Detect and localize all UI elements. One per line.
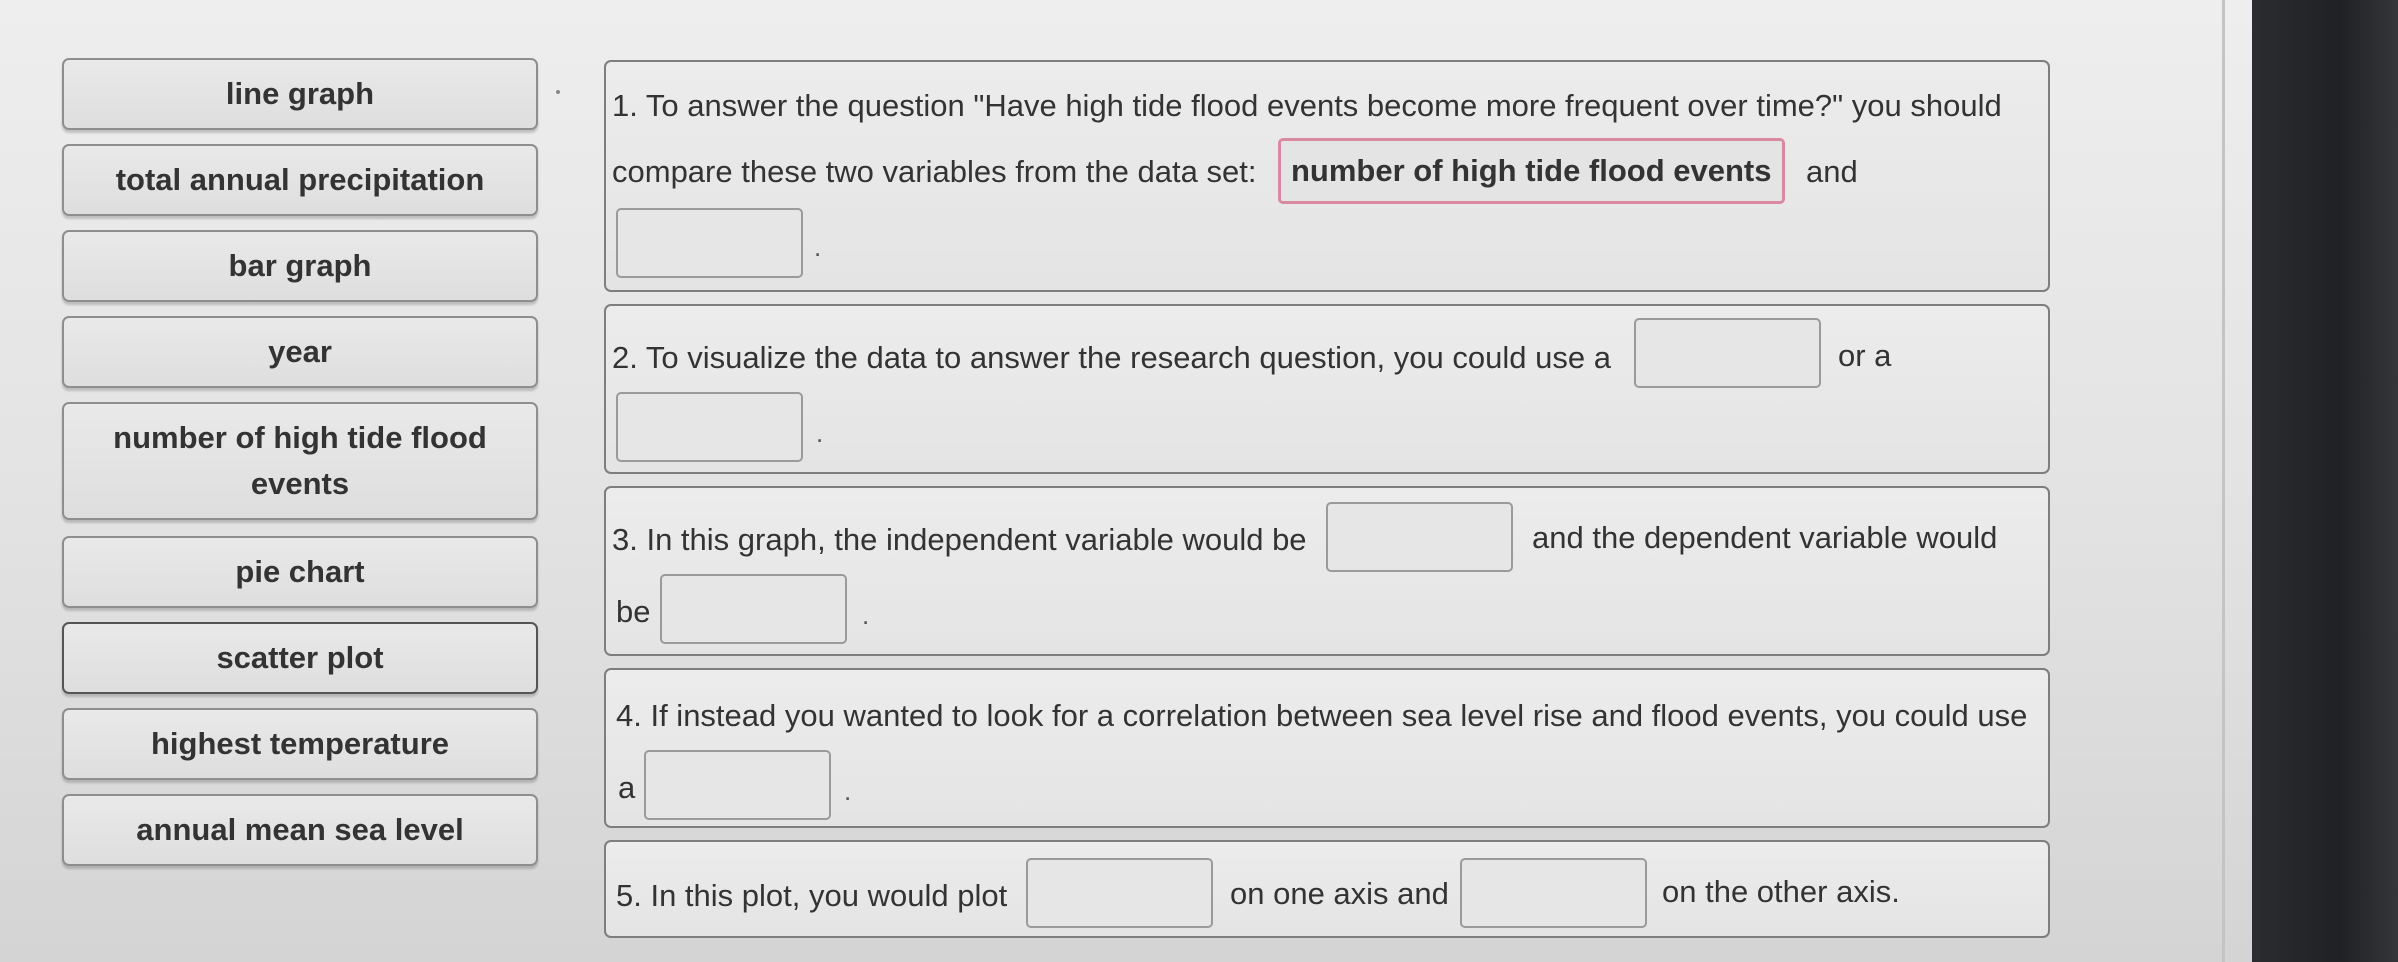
- option-highest-temperature[interactable]: highest temperature: [62, 708, 538, 780]
- question-3-connector: and the dependent variable would: [1532, 520, 1998, 555]
- question-4-answer-slot[interactable]: [644, 750, 831, 820]
- question-1-filled-answer-slot[interactable]: number of high tide flood events: [1278, 138, 1785, 204]
- question-5-answer-slot-2[interactable]: [1460, 858, 1647, 928]
- question-5-answer-slot-1[interactable]: [1026, 858, 1213, 928]
- question-1-period: .: [814, 232, 822, 262]
- option-bar-graph[interactable]: bar graph: [62, 230, 538, 302]
- question-2: 2. To visualize the data to answer the r…: [604, 304, 2050, 474]
- option-pie-chart[interactable]: pie chart: [62, 536, 538, 608]
- option-annual-mean-sea-level[interactable]: annual mean sea level: [62, 794, 538, 866]
- question-5: 5. In this plot, you would plot on one a…: [604, 840, 2050, 938]
- option-year[interactable]: year: [62, 316, 538, 388]
- question-4-line-1: 4. If instead you wanted to look for a c…: [616, 698, 2028, 733]
- option-scatter-plot[interactable]: scatter plot: [62, 622, 538, 694]
- question-2-period: .: [816, 418, 824, 448]
- option-label: annual mean sea level: [136, 811, 464, 847]
- question-3-answer-slot-2[interactable]: [660, 574, 847, 644]
- question-1-line-2-prefix: compare these two variables from the dat…: [612, 154, 1257, 189]
- question-5-suffix: on the other axis.: [1662, 874, 1900, 909]
- option-label: highest temperature: [150, 725, 449, 761]
- option-label: line graph: [225, 75, 375, 111]
- question-3-answer-slot-1[interactable]: [1326, 502, 1513, 572]
- question-5-connector: on one axis and: [1230, 876, 1449, 911]
- question-3-prefix: 3. In this graph, the independent variab…: [612, 522, 1307, 557]
- option-total-annual-precipitation[interactable]: total annual precipitation: [62, 144, 538, 216]
- question-2-connector: or a: [1838, 338, 1892, 373]
- separator-dot: [556, 90, 560, 94]
- question-2-prefix: 2. To visualize the data to answer the r…: [612, 340, 1611, 375]
- option-label: year: [268, 333, 332, 369]
- option-label: pie chart: [235, 553, 365, 589]
- question-3: 3. In this graph, the independent variab…: [604, 486, 2050, 656]
- question-4: 4. If instead you wanted to look for a c…: [604, 668, 2050, 828]
- question-3-line-2-prefix: be: [616, 594, 651, 629]
- question-1: 1. To answer the question "Have high tid…: [604, 60, 2050, 292]
- option-label: bar graph: [228, 247, 372, 283]
- option-line-graph[interactable]: line graph: [62, 58, 538, 130]
- option-label: total annual precipitation: [115, 161, 485, 197]
- option-label: number of high tide flood events: [113, 419, 487, 502]
- question-1-connector: and: [1806, 154, 1858, 189]
- question-2-answer-slot-1[interactable]: [1634, 318, 1821, 388]
- option-number-of-high-tide-flood-events[interactable]: number of high tide flood events: [62, 402, 538, 520]
- question-3-period: .: [862, 600, 870, 630]
- option-label: scatter plot: [216, 639, 384, 675]
- filled-answer-label: number of high tide flood events: [1291, 153, 1772, 188]
- question-2-answer-slot-2[interactable]: [616, 392, 803, 462]
- page-edge-divider: [2222, 0, 2225, 962]
- question-1-answer-slot-2[interactable]: [616, 208, 803, 278]
- question-5-prefix: 5. In this plot, you would plot: [616, 878, 1008, 913]
- question-4-period: .: [844, 776, 852, 806]
- question-1-line-1: 1. To answer the question "Have high tid…: [612, 88, 2002, 123]
- background-dark-panel: [2252, 0, 2398, 962]
- question-4-line-2-prefix: a: [618, 770, 636, 805]
